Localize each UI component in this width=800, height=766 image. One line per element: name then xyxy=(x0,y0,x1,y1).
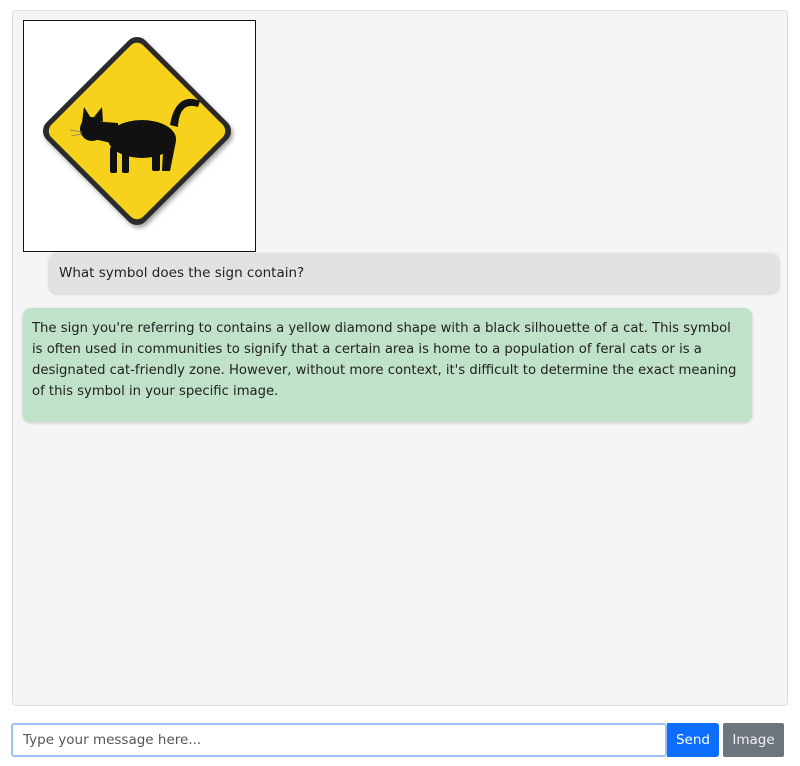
assistant-message-text: The sign you're referring to contains a … xyxy=(32,321,737,399)
chat-history[interactable]: What symbol does the sign contain? The s… xyxy=(12,10,788,706)
user-message-text: What symbol does the sign contain? xyxy=(59,265,305,281)
uploaded-image xyxy=(23,20,256,252)
message-composer: Send Image xyxy=(11,723,785,757)
send-button[interactable]: Send xyxy=(667,723,719,757)
assistant-message-bubble: The sign you're referring to contains a … xyxy=(23,308,752,422)
image-button[interactable]: Image xyxy=(723,723,784,757)
cat-crossing-sign-icon xyxy=(42,36,232,226)
message-input[interactable] xyxy=(11,723,667,757)
user-message-bubble: What symbol does the sign contain? xyxy=(49,253,779,293)
